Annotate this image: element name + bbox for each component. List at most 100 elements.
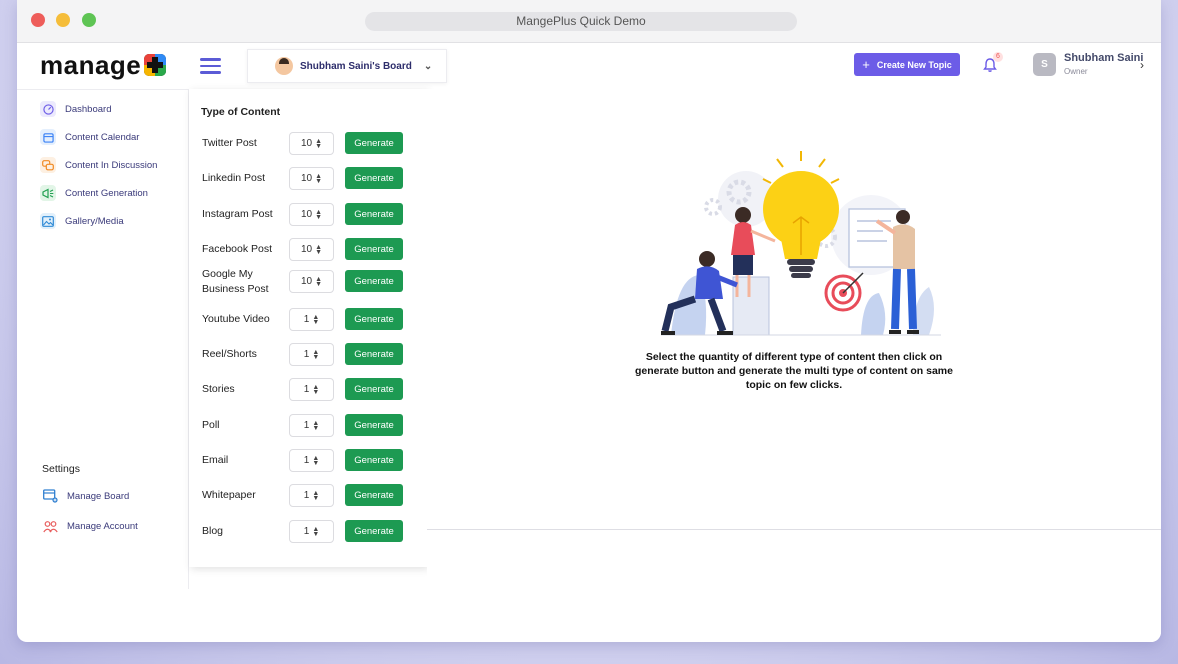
panel-title: Type of Content — [201, 106, 281, 118]
logo-plus-icon — [144, 54, 167, 76]
generate-button[interactable]: Generate — [345, 270, 403, 292]
instruction-text: Select the quantity of different type of… — [635, 351, 953, 391]
content-type-label: Reel/Shorts — [202, 348, 257, 360]
quantity-stepper[interactable]: 1 ▲ ▼ — [289, 343, 334, 366]
board-selector[interactable]: Shubham Saini's Board ⌄ — [247, 49, 447, 83]
chevron-right-icon[interactable]: › — [1140, 58, 1144, 72]
stepper-arrows-icon[interactable]: ▲ ▼ — [312, 420, 319, 432]
sidebar-item-manage-account[interactable]: Manage Account — [42, 518, 138, 534]
generate-button[interactable]: Generate — [345, 167, 403, 189]
user-name: Shubham Saini — [1064, 52, 1144, 64]
content-type-label: Stories — [202, 383, 235, 395]
quantity-stepper[interactable]: 10 ▲ ▼ — [289, 132, 334, 155]
content-type-label: Email — [202, 454, 229, 466]
quantity-value: 1 — [303, 455, 310, 466]
content-type-label: Facebook Post — [202, 243, 273, 255]
sidebar-item-content-calendar[interactable]: Content Calendar — [40, 129, 139, 145]
generate-button[interactable]: Generate — [345, 203, 403, 225]
content-type-label: Blog — [202, 525, 224, 537]
stepper-arrows-icon[interactable]: ▲ ▼ — [312, 526, 319, 538]
sidebar-item-label: Manage Board — [67, 490, 130, 502]
window-title: MangePlus Quick Demo — [365, 12, 797, 31]
stepper-arrows-icon[interactable]: ▲ ▼ — [315, 244, 322, 256]
stepper-arrows-icon[interactable]: ▲ ▼ — [315, 173, 322, 185]
stepper-arrows-icon[interactable]: ▲ ▼ — [312, 314, 319, 326]
content-type-label: Youtube Video — [202, 313, 270, 325]
generate-button[interactable]: Generate — [345, 520, 403, 542]
quantity-value: 1 — [303, 314, 310, 325]
generate-button[interactable]: Generate — [345, 484, 403, 506]
sidebar-item-manage-board[interactable]: Manage Board — [42, 488, 129, 504]
stepper-arrows-icon[interactable]: ▲ ▼ — [312, 455, 319, 467]
board-name: Shubham Saini's Board — [300, 60, 412, 72]
quantity-stepper[interactable]: 1 ▲ ▼ — [289, 414, 334, 437]
sidebar-item-label: Content In Discussion — [65, 159, 158, 171]
logo-text: manage — [40, 49, 142, 80]
generate-button[interactable]: Generate — [345, 343, 403, 365]
close-window-button[interactable] — [31, 13, 45, 27]
quantity-value: 10 — [300, 173, 313, 184]
sidebar-item-label: Manage Account — [67, 520, 138, 532]
avatar[interactable]: S — [1033, 53, 1056, 76]
account-icon — [42, 518, 58, 534]
chevron-down-icon: ⌄ — [423, 60, 433, 72]
quantity-stepper[interactable]: 10 ▲ ▼ — [289, 238, 334, 261]
quantity-stepper[interactable]: 1 ▲ ▼ — [289, 484, 334, 507]
content-type-panel: Type of Content Twitter Post 10 ▲ ▼ Generate… — [189, 89, 427, 567]
megaphone-icon — [40, 185, 56, 201]
board-owner-avatar — [275, 57, 293, 75]
calendar-icon — [40, 129, 56, 145]
menu-toggle-icon[interactable] — [200, 58, 221, 74]
lightbulb-teamwork-illustration — [661, 151, 941, 336]
sidebar-item-label: Dashboard — [65, 103, 112, 115]
dashboard-icon — [40, 101, 56, 117]
generate-button[interactable]: Generate — [345, 449, 403, 471]
generate-button[interactable]: Generate — [345, 414, 403, 436]
generate-button[interactable]: Generate — [345, 308, 403, 330]
quantity-stepper[interactable]: 10 ▲ ▼ — [289, 270, 334, 293]
maximize-window-button[interactable] — [82, 13, 96, 27]
generate-button[interactable]: Generate — [345, 378, 403, 400]
stepper-arrows-icon[interactable]: ▲ ▼ — [312, 384, 319, 396]
title-bar: MangePlus Quick Demo — [17, 0, 1161, 43]
app-logo[interactable]: manage — [40, 49, 167, 80]
board-icon — [42, 488, 58, 504]
quantity-stepper[interactable]: 1 ▲ ▼ — [289, 308, 334, 331]
generate-button[interactable]: Generate — [345, 238, 403, 260]
quantity-value: 1 — [303, 384, 310, 395]
stepper-arrows-icon[interactable]: ▲ ▼ — [315, 209, 322, 221]
quantity-value: 1 — [303, 490, 310, 501]
plus-icon: + — [862, 57, 870, 72]
quantity-value: 1 — [303, 526, 310, 537]
image-icon — [40, 213, 56, 229]
stepper-arrows-icon[interactable]: ▲ ▼ — [315, 138, 322, 150]
sidebar-item-gallery-media[interactable]: Gallery/Media — [40, 213, 124, 229]
minimize-window-button[interactable] — [56, 13, 70, 27]
sidebar-item-content-generation[interactable]: Content Generation — [40, 185, 148, 201]
quantity-value: 10 — [300, 209, 313, 220]
sidebar-item-dashboard[interactable]: Dashboard — [40, 101, 111, 117]
create-new-topic-button[interactable]: + Create New Topic — [854, 53, 960, 76]
quantity-stepper[interactable]: 10 ▲ ▼ — [289, 203, 334, 226]
stepper-arrows-icon[interactable]: ▲ ▼ — [312, 349, 319, 361]
quantity-value: 1 — [303, 349, 310, 360]
stepper-arrows-icon[interactable]: ▲ ▼ — [312, 490, 319, 502]
quantity-value: 10 — [300, 244, 313, 255]
sidebar-item-content-in-discussion[interactable]: Content In Discussion — [40, 157, 157, 173]
quantity-value: 10 — [300, 276, 313, 287]
chat-icon — [40, 157, 56, 173]
quantity-stepper[interactable]: 1 ▲ ▼ — [289, 520, 334, 543]
stepper-arrows-icon[interactable]: ▲ ▼ — [315, 276, 322, 288]
user-role: Owner — [1064, 67, 1088, 76]
notification-badge: 6 — [993, 52, 1003, 62]
quantity-stepper[interactable]: 1 ▲ ▼ — [289, 378, 334, 401]
content-type-label: Instagram Post — [202, 208, 273, 220]
quantity-stepper[interactable]: 1 ▲ ▼ — [289, 449, 334, 472]
generate-button[interactable]: Generate — [345, 132, 403, 154]
content-type-label: Google My Business Post — [202, 268, 269, 295]
main-content: Select the quantity of different type of… — [427, 89, 1161, 530]
quantity-stepper[interactable]: 10 ▲ ▼ — [289, 167, 334, 190]
sidebar-item-label: Content Generation — [65, 187, 148, 199]
settings-heading: Settings — [42, 463, 80, 475]
content-type-label: Twitter Post — [202, 137, 257, 149]
